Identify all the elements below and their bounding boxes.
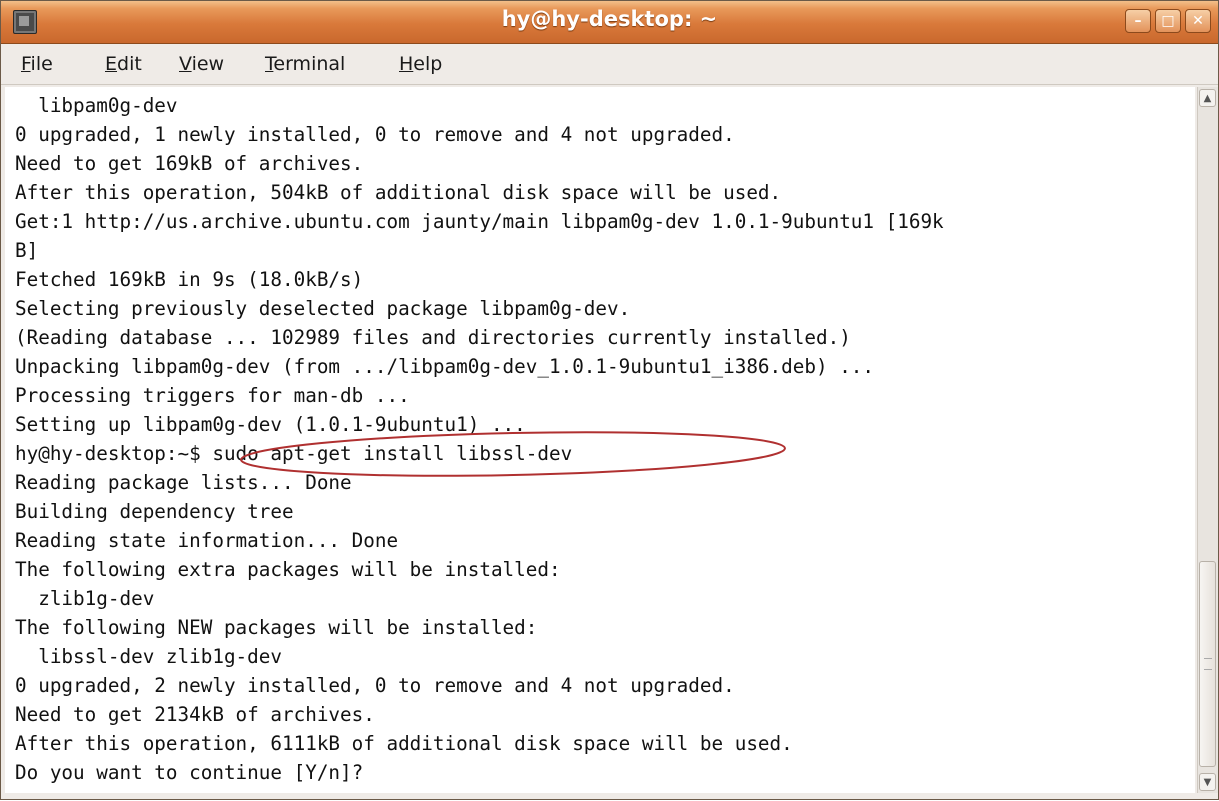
menu-view[interactable]: View — [179, 53, 224, 75]
terminal-command-line: hy@hy-desktop:~$ sudo apt-get install li… — [15, 442, 573, 465]
terminal-line: Need to get 2134kB of archives. — [15, 703, 375, 726]
scroll-down-arrow-icon[interactable]: ▼ — [1199, 773, 1216, 791]
terminal-line: Setting up libpam0g-dev (1.0.1-9ubuntu1)… — [15, 413, 526, 436]
terminal-line: Get:1 http://us.archive.ubuntu.com jaunt… — [15, 210, 944, 233]
scrollbar-thumb[interactable] — [1199, 561, 1216, 767]
terminal-line: Reading package lists... Done — [15, 471, 352, 494]
terminal-line: Processing triggers for man-db ... — [15, 384, 410, 407]
menu-terminal[interactable]: Terminal — [265, 53, 345, 75]
terminal-line: libssl-dev zlib1g-dev — [15, 645, 282, 668]
minimize-button[interactable]: – — [1125, 9, 1151, 33]
terminal-window: hy@hy-desktop: ~ – □ ✕ File Edit View Te… — [0, 0, 1219, 800]
terminal-line: Need to get 169kB of archives. — [15, 152, 364, 175]
terminal-line: (Reading database ... 102989 files and d… — [15, 326, 851, 349]
terminal-output[interactable]: libpam0g-dev 0 upgraded, 1 newly install… — [5, 87, 1195, 793]
terminal-line: zlib1g-dev — [15, 587, 155, 610]
terminal-prompt-line: Do you want to continue [Y/n]? — [15, 761, 364, 784]
terminal-line: Selecting previously deselected package … — [15, 297, 631, 320]
grip-icon — [1204, 658, 1212, 670]
terminal-line: 0 upgraded, 2 newly installed, 0 to remo… — [15, 674, 735, 697]
menu-edit[interactable]: Edit — [105, 53, 142, 75]
terminal-line: 0 upgraded, 1 newly installed, 0 to remo… — [15, 123, 735, 146]
menu-bar: File Edit View Terminal Help — [1, 44, 1218, 85]
window-title: hy@hy-desktop: ~ — [501, 7, 718, 31]
terminal-line: The following extra packages will be ins… — [15, 558, 561, 581]
terminal-line: Reading state information... Done — [15, 529, 399, 552]
terminal-line: After this operation, 504kB of additiona… — [15, 181, 782, 204]
terminal-line: Fetched 169kB in 9s (18.0kB/s) — [15, 268, 364, 291]
terminal-lines: libpam0g-dev 0 upgraded, 1 newly install… — [15, 91, 944, 787]
close-button[interactable]: ✕ — [1185, 9, 1211, 33]
menu-file[interactable]: File — [21, 53, 53, 75]
vertical-scrollbar[interactable]: ▲ ▼ — [1197, 87, 1218, 793]
menu-help[interactable]: Help — [399, 53, 442, 75]
terminal-line: After this operation, 6111kB of addition… — [15, 732, 793, 755]
terminal-line: Building dependency tree — [15, 500, 294, 523]
scroll-up-arrow-icon[interactable]: ▲ — [1199, 89, 1216, 107]
maximize-button[interactable]: □ — [1155, 9, 1181, 33]
terminal-line: B] — [15, 239, 39, 262]
terminal-line: The following NEW packages will be insta… — [15, 616, 538, 639]
title-bar[interactable]: hy@hy-desktop: ~ – □ ✕ — [1, 1, 1218, 44]
terminal-line: Unpacking libpam0g-dev (from .../libpam0… — [15, 355, 875, 378]
terminal-line: libpam0g-dev — [15, 94, 178, 117]
